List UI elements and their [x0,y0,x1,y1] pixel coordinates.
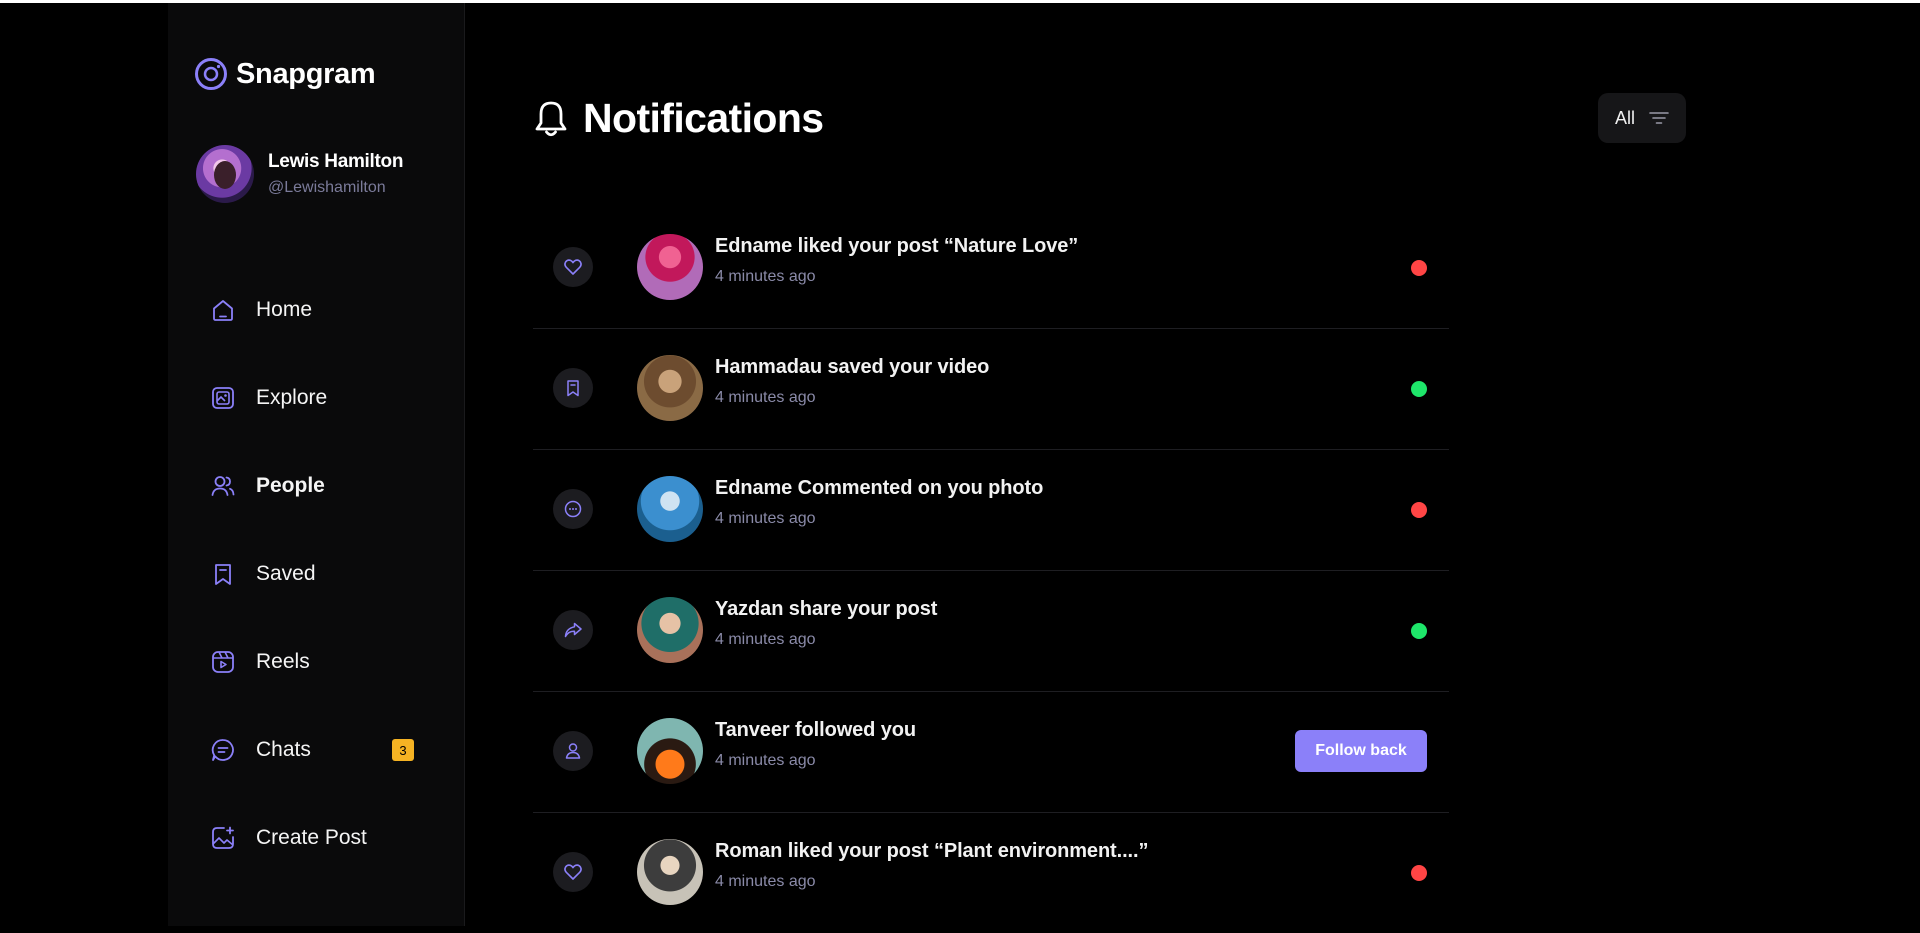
profile-text: Lewis Hamilton @Lewishamilton [268,151,403,197]
sidebar-item-label: Explore [256,386,328,409]
reels-icon [210,649,236,675]
notification-text: Tanveer followed you 4 minutes ago [715,719,916,770]
chats-count-badge: 3 [392,739,414,761]
avatar[interactable] [637,718,703,784]
notification-text: Roman liked your post “Plant environment… [715,840,1148,891]
notification-text: Yazdan share your post 4 minutes ago [715,598,937,649]
share-icon [553,610,593,650]
notification-message: Edname liked your post “Nature Love” [715,235,1079,257]
sidebar-item-explore[interactable]: Explore [210,354,446,442]
notification-time: 4 minutes ago [715,873,816,890]
app-root: Snapgram Lewis Hamilton @Lewishamilton H… [0,3,1920,926]
filter-label: All [1614,107,1635,128]
sidebar-item-home[interactable]: Home [210,266,446,354]
sidebar: Snapgram Lewis Hamilton @Lewishamilton H… [168,3,465,926]
heart-icon [553,852,593,892]
sidebar-item-reels[interactable]: Reels [210,618,446,706]
heart-icon [553,247,593,287]
sidebar-nav: Home Explore People Saved Reels Chats 3 … [210,266,446,882]
status-dot [1411,502,1427,518]
profile-handle: @Lewishamilton [268,179,386,196]
sidebar-item-people[interactable]: People [210,442,446,530]
bookmark-icon [553,368,593,408]
comment-icon [553,489,593,529]
avatar[interactable] [637,476,703,542]
list-item[interactable]: Edname liked your post “Nature Love” 4 m… [533,208,1449,329]
main-content: Notifications All Edname liked your post… [533,3,1693,926]
follow-back-button[interactable]: Follow back [1295,730,1427,772]
bookmark-icon [210,561,236,587]
notification-time: 4 minutes ago [715,389,816,406]
list-item[interactable]: Edname Commented on you photo 4 minutes … [533,450,1449,571]
create-post-icon [210,825,236,851]
notification-message: Hammadau saved your video [715,356,990,378]
list-item[interactable]: Hammadau saved your video 4 minutes ago [533,329,1449,450]
explore-icon [210,385,236,411]
sidebar-item-label: Home [256,298,313,321]
list-item[interactable]: Roman liked your post “Plant environment… [533,813,1449,933]
filter-lines-icon [1649,112,1669,124]
notification-time: 4 minutes ago [715,268,816,285]
notifications-list: Edname liked your post “Nature Love” 4 m… [533,208,1449,933]
user-icon [553,731,593,771]
status-dot [1411,865,1427,881]
notification-message: Tanveer followed you [715,719,916,741]
notification-text: Hammadau saved your video 4 minutes ago [715,356,989,407]
list-item[interactable]: Yazdan share your post 4 minutes ago [533,571,1449,692]
profile-name: Lewis Hamilton [268,151,404,172]
list-item[interactable]: Tanveer followed you 4 minutes ago Follo… [533,692,1449,813]
status-dot [1411,381,1427,397]
page-header: Notifications [533,95,824,142]
sidebar-item-chats[interactable]: Chats 3 [210,706,446,794]
notification-time: 4 minutes ago [715,631,816,648]
page-title: Notifications [583,95,824,141]
sidebar-item-label: Saved [256,562,316,585]
status-dot [1411,260,1427,276]
avatar[interactable] [637,839,703,905]
camera-ring-icon [195,58,227,90]
people-icon [210,473,236,499]
bell-icon [535,101,567,136]
sidebar-item-saved[interactable]: Saved [210,530,446,618]
sidebar-item-label: Reels [256,650,310,673]
sidebar-item-create-post[interactable]: Create Post [210,794,446,882]
app-logo[interactable]: Snapgram [194,57,376,91]
avatar[interactable] [637,234,703,300]
sidebar-item-label: People [256,474,325,497]
chat-icon [210,737,236,763]
avatar[interactable] [637,355,703,421]
sidebar-item-label: Create Post [256,826,367,849]
notification-time: 4 minutes ago [715,510,816,527]
app-name: Snapgram [236,57,376,90]
avatar [196,145,254,203]
filter-dropdown[interactable]: All [1598,93,1686,143]
notification-time: 4 minutes ago [715,752,816,769]
notification-message: Edname Commented on you photo [715,477,1044,499]
notification-text: Edname liked your post “Nature Love” 4 m… [715,235,1078,286]
home-icon [210,297,236,323]
user-profile[interactable]: Lewis Hamilton @Lewishamilton [196,145,403,203]
notification-message: Yazdan share your post [715,598,938,620]
notification-message: Roman liked your post “Plant environment… [715,840,1149,862]
sidebar-item-label: Chats [256,738,311,761]
notification-text: Edname Commented on you photo 4 minutes … [715,477,1043,528]
status-dot [1411,623,1427,639]
avatar[interactable] [637,597,703,663]
